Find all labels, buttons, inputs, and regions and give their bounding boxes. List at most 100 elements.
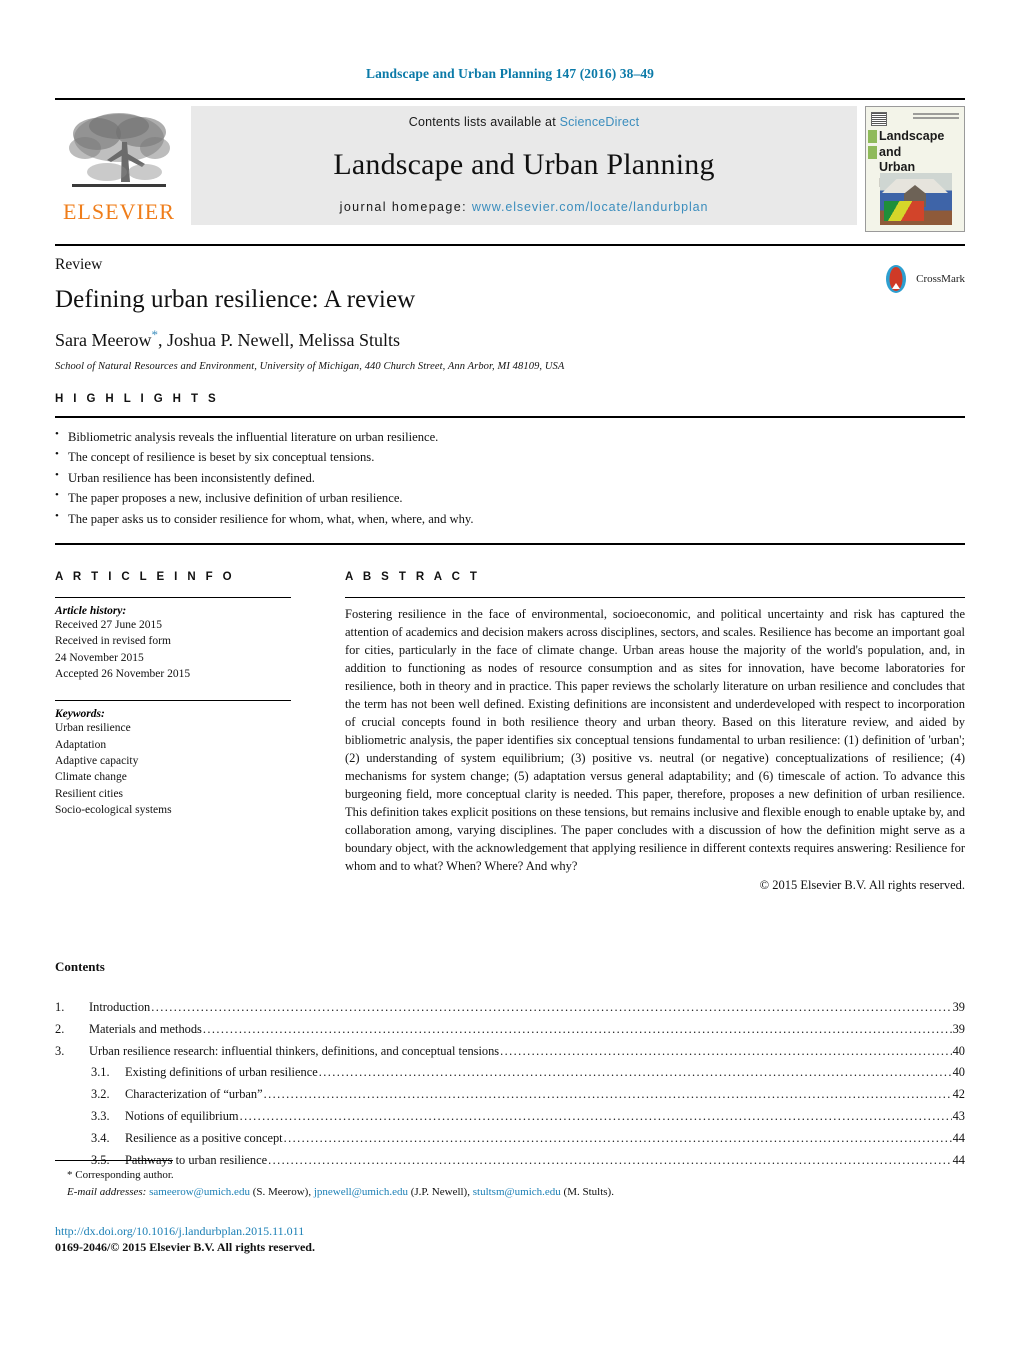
toc-page-number: 39 bbox=[952, 1021, 965, 1036]
corresponding-author-text: Corresponding author. bbox=[75, 1169, 174, 1181]
cover-topbar bbox=[866, 107, 964, 129]
crossmark-badge[interactable]: CrossMark bbox=[881, 264, 965, 294]
info-abstract-row: A R T I C L E I N F O Article history: R… bbox=[55, 571, 965, 893]
contents-heading: Contents bbox=[55, 958, 105, 974]
elsevier-logo: ELSEVIER bbox=[55, 106, 183, 223]
list-item[interactable]: 3.1. Existing definitions of urban resil… bbox=[55, 1062, 965, 1084]
corresponding-author-marker: * bbox=[67, 1169, 73, 1181]
email-owner: (S. Meerow) bbox=[252, 1185, 309, 1198]
email-link[interactable]: stultsm@umich.edu bbox=[473, 1186, 561, 1198]
list-item: The concept of resilience is beset by si… bbox=[55, 446, 965, 467]
elsevier-tree-icon bbox=[67, 108, 171, 200]
author-rest: , Joshua P. Newell, Melissa Stults bbox=[157, 330, 400, 350]
toc-number: 2. bbox=[55, 1021, 65, 1036]
article-info-column: A R T I C L E I N F O Article history: R… bbox=[55, 571, 291, 893]
elsevier-wordmark: ELSEVIER bbox=[63, 199, 175, 224]
toc-number: 3.2. bbox=[91, 1087, 110, 1102]
email-link[interactable]: jpnewell@umich.edu bbox=[314, 1186, 408, 1198]
email-addresses-note: E-mail addresses: sameerow@umich.edu (S.… bbox=[55, 1184, 965, 1201]
running-head: Landscape and Urban Planning 147 (2016) … bbox=[365, 66, 655, 81]
toc-number: 3.3. bbox=[91, 1109, 110, 1124]
keywords-heading: Keywords: bbox=[55, 708, 105, 721]
toc-number: 1. bbox=[55, 999, 65, 1014]
email-sep-2: , bbox=[467, 1185, 470, 1198]
article-header: Review Defining urban resilience: A revi… bbox=[55, 244, 965, 372]
contents-available-line: Contents lists available at ScienceDirec… bbox=[409, 115, 640, 129]
toc-label: Materials and methods bbox=[89, 1021, 202, 1036]
journal-masthead: ELSEVIER Contents lists available at Sci… bbox=[55, 98, 965, 234]
toc-leader: ........................................… bbox=[318, 1065, 952, 1080]
email-owner: (M. Stults) bbox=[563, 1185, 612, 1198]
toc-number: 3.1. bbox=[91, 1065, 110, 1080]
author-first: Sara Meerow bbox=[55, 330, 152, 350]
article-type: Review bbox=[55, 256, 103, 273]
crossmark-label: CrossMark bbox=[916, 273, 965, 285]
cover-publisher-mini-logo-icon bbox=[871, 112, 887, 126]
list-item: Bibliometric analysis reveals the influe… bbox=[55, 426, 965, 447]
keyword-item: Climate change bbox=[55, 771, 127, 784]
toc-number: 3.4. bbox=[91, 1130, 110, 1145]
cover-title-line-1: Landscape and bbox=[879, 129, 945, 159]
page-footer: * Corresponding author. E-mail addresses… bbox=[55, 1160, 965, 1255]
keyword-item: Urban resilience bbox=[55, 722, 131, 735]
toc-leader: ........................................… bbox=[151, 999, 952, 1014]
toc-page-number: 39 bbox=[952, 999, 965, 1014]
keyword-item: Adaptive capacity bbox=[55, 754, 139, 767]
contents-available-prefix: Contents lists available at bbox=[408, 115, 556, 129]
list-item[interactable]: 3. Urban resilience research: influentia… bbox=[55, 1041, 965, 1063]
highlights-section: H I G H L I G H T S Bibliometric analysi… bbox=[55, 393, 965, 545]
cover-masthead-text-block bbox=[913, 113, 959, 120]
list-item[interactable]: 3.2. Characterization of “urban” .......… bbox=[55, 1084, 965, 1106]
keyword-item: Socio-ecological systems bbox=[55, 803, 172, 816]
cover-photo-mural bbox=[884, 201, 924, 221]
toc-label: Resilience as a positive concept bbox=[125, 1130, 283, 1145]
toc-page-number: 43 bbox=[952, 1109, 965, 1124]
cover-photograph bbox=[880, 173, 952, 225]
highlights-list: Bibliometric analysis reveals the influe… bbox=[55, 426, 965, 545]
journal-homepage-link[interactable]: www.elsevier.com/locate/landurbplan bbox=[472, 200, 708, 214]
contents-section: Contents 1. Introduction ...............… bbox=[55, 959, 965, 1172]
journal-homepage-line: journal homepage: www.elsevier.com/locat… bbox=[340, 200, 709, 214]
list-item: Urban resilience has been inconsistently… bbox=[55, 467, 965, 488]
toc-leader: ........................................… bbox=[202, 1021, 952, 1036]
toc-label: Introduction bbox=[89, 999, 151, 1014]
toc-label: Existing definitions of urban resilience bbox=[125, 1065, 318, 1080]
toc-page-number: 44 bbox=[952, 1130, 965, 1145]
toc-leader: ........................................… bbox=[283, 1130, 952, 1145]
email-addresses-label: E-mail addresses: bbox=[67, 1185, 147, 1198]
list-item[interactable]: 3.3. Notions of equilibrium ............… bbox=[55, 1106, 965, 1128]
crossmark-icon bbox=[886, 265, 907, 293]
article-history-line: Accepted 26 November 2015 bbox=[55, 667, 191, 680]
toc-page-number: 40 bbox=[952, 1065, 965, 1080]
list-item[interactable]: 1. Introduction ........................… bbox=[55, 997, 965, 1019]
article-history-block: Article history: Received 27 June 2015 R… bbox=[55, 596, 291, 682]
toc-label: Notions of equilibrium bbox=[125, 1109, 239, 1124]
email-link[interactable]: sameerow@umich.edu bbox=[149, 1186, 250, 1198]
footnote-rule bbox=[55, 1160, 173, 1161]
abstract-label: A B S T R A C T bbox=[345, 570, 481, 583]
list-item: The paper proposes a new, inclusive defi… bbox=[55, 487, 965, 508]
list-item[interactable]: 2. Materials and methods ...............… bbox=[55, 1019, 965, 1041]
abstract-divider bbox=[345, 596, 965, 598]
abstract-body: Fostering resilience in the face of envi… bbox=[345, 606, 965, 873]
keyword-item: Adaptation bbox=[55, 738, 107, 751]
journal-homepage-prefix: journal homepage: bbox=[339, 200, 467, 214]
toc-leader: ........................................… bbox=[500, 1043, 951, 1058]
toc-label: Characterization of “urban” bbox=[125, 1087, 263, 1102]
journal-cover-thumbnail: Landscape and Urban Planning bbox=[865, 106, 965, 232]
highlights-label: H I G H L I G H T S bbox=[55, 393, 220, 405]
email-end: . bbox=[611, 1185, 614, 1198]
toc-leader: ........................................… bbox=[239, 1109, 952, 1124]
toc-leader: ........................................… bbox=[263, 1087, 952, 1102]
page-content: Landscape and Urban Planning 147 (2016) … bbox=[55, 0, 965, 1172]
toc-page-number: 40 bbox=[952, 1043, 965, 1058]
abstract-copyright: © 2015 Elsevier B.V. All rights reserved… bbox=[759, 877, 965, 892]
toc-page-number: 42 bbox=[952, 1087, 965, 1102]
keywords-block: Keywords: Urban resilience Adaptation Ad… bbox=[55, 700, 291, 818]
page-title: Defining urban resilience: A review bbox=[55, 286, 416, 313]
article-history-line: 24 November 2015 bbox=[55, 651, 144, 664]
list-item[interactable]: 3.4. Resilience as a positive concept ..… bbox=[55, 1128, 965, 1150]
affiliation: School of Natural Resources and Environm… bbox=[55, 361, 565, 372]
doi-link[interactable]: http://dx.doi.org/10.1016/j.landurbplan.… bbox=[55, 1224, 965, 1239]
sciencedirect-link[interactable]: ScienceDirect bbox=[560, 115, 640, 129]
